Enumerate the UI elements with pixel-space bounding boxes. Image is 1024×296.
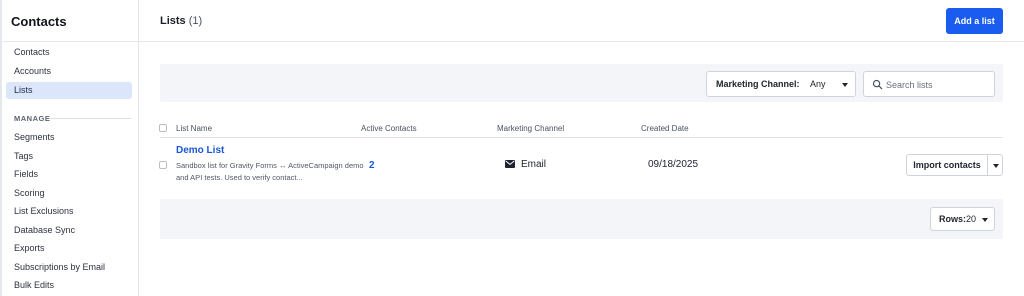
chevron-down-icon bbox=[842, 83, 848, 87]
rows-per-page-text: Rows:20 bbox=[939, 214, 976, 224]
list-description: Sandbox list for Gravity Forms ↔ ActiveC… bbox=[176, 161, 364, 182]
sidebar-edge bbox=[0, 0, 2, 296]
list-name-link[interactable]: Demo List bbox=[176, 145, 224, 156]
row-checkbox[interactable] bbox=[159, 161, 167, 169]
import-contacts-button[interactable]: Import contacts bbox=[907, 155, 987, 175]
header-divider bbox=[139, 41, 1024, 42]
search-lists-box[interactable] bbox=[863, 71, 995, 97]
sidebar-item-bulk-edits[interactable]: Bulk Edits bbox=[6, 277, 132, 294]
search-icon bbox=[872, 79, 883, 90]
sidebar-section-divider bbox=[49, 118, 131, 119]
import-contacts-split-button: Import contacts bbox=[906, 154, 1003, 176]
sidebar-item-subscriptions-by-email[interactable]: Subscriptions by Email bbox=[6, 259, 132, 276]
sidebar-title: Contacts bbox=[11, 14, 67, 29]
column-header-marketing-channel[interactable]: Marketing Channel bbox=[497, 124, 564, 133]
add-list-button[interactable]: Add a list bbox=[946, 8, 1003, 34]
sidebar-item-fields[interactable]: Fields bbox=[6, 166, 132, 183]
rows-per-page-select[interactable]: Rows:20 bbox=[930, 207, 995, 231]
sidebar-item-accounts[interactable]: Accounts bbox=[6, 63, 132, 80]
sidebar: Contacts Contacts Accounts Lists MANAGE … bbox=[0, 0, 139, 296]
marketing-channel-select[interactable]: Marketing Channel: Any bbox=[706, 71, 856, 97]
sidebar-item-database-sync[interactable]: Database Sync bbox=[6, 222, 132, 239]
sidebar-item-scoring[interactable]: Scoring bbox=[6, 185, 132, 202]
page-title: Lists (1) bbox=[160, 15, 202, 27]
active-contacts-link[interactable]: 2 bbox=[369, 160, 375, 171]
sidebar-item-tags[interactable]: Tags bbox=[6, 148, 132, 165]
table-header-divider bbox=[160, 137, 1003, 138]
pagination-bar bbox=[160, 199, 1003, 239]
column-header-list-name[interactable]: List Name bbox=[176, 124, 212, 133]
rows-value: 20 bbox=[966, 214, 977, 224]
column-header-active-contacts[interactable]: Active Contacts bbox=[361, 124, 417, 133]
column-header-created-date[interactable]: Created Date bbox=[641, 124, 689, 133]
sidebar-item-contacts[interactable]: Contacts bbox=[6, 44, 132, 61]
chevron-down-icon bbox=[993, 164, 999, 168]
envelope-icon bbox=[505, 160, 515, 168]
sidebar-item-lists[interactable]: Lists bbox=[6, 82, 132, 99]
marketing-channel-cell: Email bbox=[505, 159, 546, 170]
sidebar-section-manage: MANAGE bbox=[14, 114, 51, 123]
sidebar-item-exports[interactable]: Exports bbox=[6, 240, 132, 257]
sidebar-item-list-exclusions[interactable]: List Exclusions bbox=[6, 203, 132, 220]
select-all-checkbox[interactable] bbox=[159, 124, 167, 132]
app-root: Contacts Contacts Accounts Lists MANAGE … bbox=[0, 0, 1024, 296]
chevron-down-icon bbox=[982, 218, 988, 222]
marketing-channel-text: Email bbox=[521, 159, 547, 170]
list-count: (1) bbox=[188, 15, 203, 27]
search-input[interactable] bbox=[886, 77, 990, 92]
rows-label: Rows: bbox=[939, 214, 966, 224]
created-date: 09/18/2025 bbox=[648, 159, 699, 170]
marketing-channel-value: Any bbox=[810, 79, 826, 89]
sidebar-divider bbox=[0, 41, 138, 42]
marketing-channel-label: Marketing Channel: bbox=[716, 79, 800, 89]
sidebar-item-segments[interactable]: Segments bbox=[6, 129, 132, 146]
page-title-text: Lists bbox=[160, 15, 186, 27]
more-actions-button[interactable] bbox=[988, 155, 1003, 175]
